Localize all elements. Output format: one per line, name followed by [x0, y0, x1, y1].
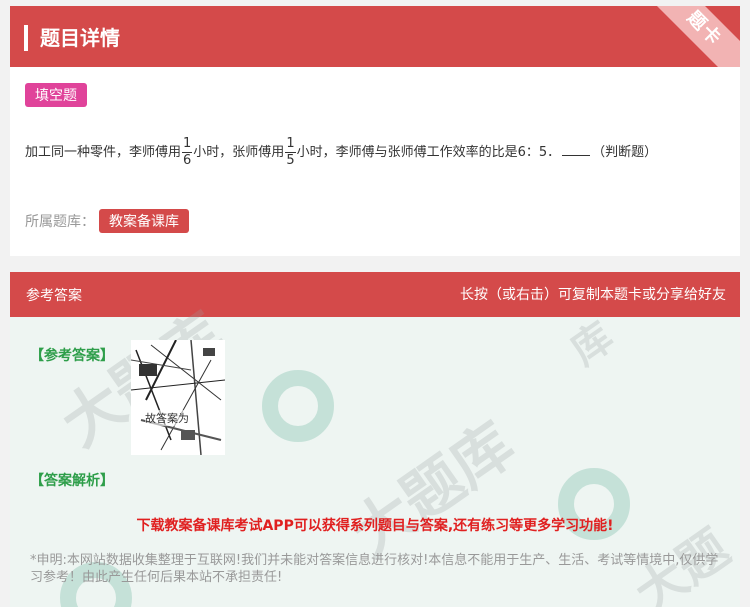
- answer-header: 参考答案 长按（或右击）可复制本题卡或分享给好友: [10, 272, 740, 317]
- corner-ribbon: 题卡: [642, 6, 740, 67]
- answer-image: 故答案为: [131, 340, 225, 455]
- copy-share-hint: 长按（或右击）可复制本题卡或分享给好友: [460, 287, 726, 303]
- answer-image-noise: [131, 340, 225, 455]
- answer-header-label: 参考答案: [26, 288, 82, 304]
- answer-card: 参考答案 长按（或右击）可复制本题卡或分享给好友 大题库 大题库 库 大题 【参…: [10, 272, 740, 607]
- fraction-one-sixth: 16: [182, 136, 193, 169]
- watermark-text: 大题库: [339, 409, 527, 571]
- fraction-denominator: 5: [286, 153, 295, 168]
- question-text-part1: 加工同一种零件，李师傅用: [25, 145, 182, 160]
- question-text-part2: 小时，张师傅用: [193, 145, 285, 160]
- question-text-part4: （判断题）: [592, 145, 658, 160]
- disclaimer: *申明:本网站数据收集整理于互联网!我们并未能对答案信息进行核对!本信息不能用于…: [30, 553, 719, 585]
- question-card: 题目详情 题卡 填空题 加工同一种零件，李师傅用 1 6 小时，张师傅用 1 5 小时，李师…: [10, 6, 740, 256]
- question-type-badge: 填空题: [25, 83, 87, 107]
- fraction-denominator: 6: [183, 153, 192, 168]
- title-bar-decoration: [24, 25, 28, 51]
- ribbon-label: 题卡: [682, 7, 726, 51]
- fraction-numerator: 1: [182, 136, 193, 153]
- bank-label: 所属题库：: [25, 214, 95, 230]
- answer-analysis-title: 【答案解析】: [30, 473, 114, 489]
- watermark-logo-icon: [262, 370, 334, 442]
- question-text-part3: 小时，李师傅与张师傅工作效率的比是6：5．: [296, 145, 561, 160]
- question-bank: 所属题库： 教案备课库: [25, 209, 189, 233]
- fraction-one-fifth: 15: [285, 136, 296, 169]
- fraction-numerator: 1: [285, 136, 296, 153]
- answer-image-text: 故答案为: [145, 410, 189, 426]
- answer-blank: [562, 143, 591, 156]
- bank-tag[interactable]: 教案备课库: [99, 209, 189, 233]
- question-text: 加工同一种零件，李师傅用 1 6 小时，张师傅用 1 5 小时，李师傅与张师傅工作效率的比是…: [25, 136, 657, 169]
- page-title: 题目详情: [40, 26, 120, 50]
- reference-answer-title: 【参考答案】: [30, 348, 114, 364]
- question-header: 题目详情 题卡: [10, 6, 740, 67]
- download-app-promo[interactable]: 下载教案备课库考试APP可以获得系列题目与答案,还有练习等更多学习功能!: [10, 515, 740, 535]
